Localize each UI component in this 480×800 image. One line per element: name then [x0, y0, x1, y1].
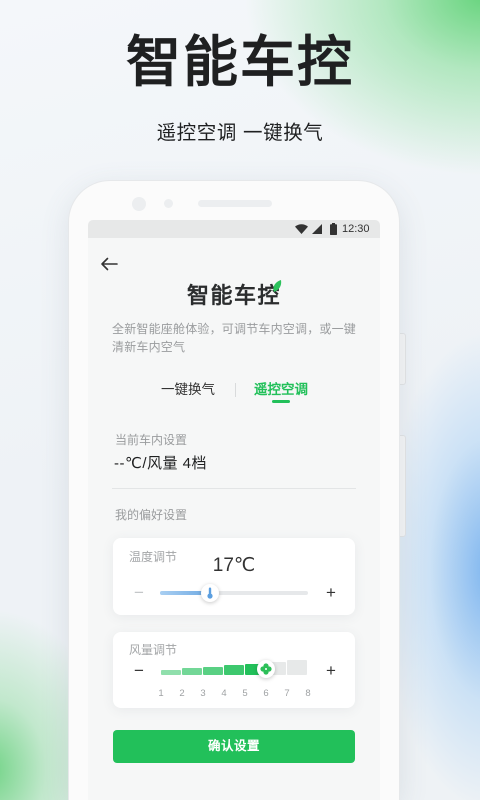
fan-level-tick: 6 — [263, 688, 269, 699]
fan-level-bar[interactable] — [161, 670, 181, 675]
confirm-settings-button[interactable]: 确认设置 — [113, 730, 355, 763]
tab-remote-ac[interactable]: 遥控空调 — [249, 380, 313, 400]
fan-increase-button[interactable]: + — [324, 662, 338, 680]
signal-icon — [312, 224, 322, 234]
thermometer-icon — [207, 587, 213, 599]
temperature-slider-thumb[interactable] — [201, 584, 220, 602]
fan-level-tick: 2 — [179, 688, 185, 699]
leaf-icon — [273, 280, 282, 292]
fan-level-tick: 4 — [221, 688, 227, 699]
fan-level-tick: 1 — [158, 688, 164, 699]
active-tab-indicator — [272, 400, 290, 403]
wifi-icon — [295, 224, 308, 234]
fan-level-bar[interactable] — [203, 666, 223, 675]
phone-screen: 12:30 智能车控 全新智能座舱体验，可调节车内空调，或一键清新车内空气 一键… — [88, 220, 380, 800]
fan-decrease-button[interactable]: − — [132, 662, 146, 680]
fan-level-tick: 3 — [200, 688, 206, 699]
fan-level-bar[interactable] — [224, 665, 244, 675]
temperature-value: 17℃ — [212, 555, 256, 576]
app-logo-text: 智能车控 — [186, 283, 281, 308]
fan-icon — [260, 663, 272, 675]
headline-title: 智能车控 — [125, 31, 354, 93]
current-settings-value: --℃/风量 4档 — [114, 455, 208, 472]
fan-level-tick: 7 — [284, 688, 290, 699]
phone-camera — [132, 197, 146, 211]
app-description: 全新智能座舱体验，可调节车内空调，或一键清新车内空气 — [112, 322, 357, 354]
phone-sensor — [164, 199, 173, 208]
temperature-card: 温度调节 17℃ − + — [113, 538, 355, 615]
fan-speed-card: 风量调节 − + 1 2 3 4 5 6 7 8 — [113, 632, 355, 708]
headline-subtitle: 遥控空调 一键换气 — [156, 122, 324, 144]
promo-page: 智能车控 遥控空调 一键换气 12:30 智能车控 全新智能座舱体验，可调节车内… — [0, 0, 480, 800]
current-settings-label: 当前车内设置 — [115, 433, 188, 447]
temperature-increase-button[interactable]: + — [324, 584, 338, 602]
fan-level-tick: 8 — [305, 688, 311, 699]
fan-slider-thumb[interactable] — [257, 660, 275, 678]
back-arrow-icon[interactable] — [100, 257, 118, 271]
battery-icon — [330, 223, 337, 235]
preferences-label: 我的偏好设置 — [115, 508, 188, 522]
fan-level-bar[interactable] — [287, 660, 307, 675]
status-time: 12:30 — [342, 223, 370, 235]
section-divider — [112, 488, 356, 489]
phone-speaker — [198, 200, 272, 207]
tab-divider — [235, 383, 236, 397]
phone-side-button-lower — [399, 435, 406, 537]
fan-speed-label: 风量调节 — [129, 643, 178, 657]
fan-level-bar[interactable] — [182, 668, 202, 675]
phone-side-button-upper — [399, 333, 406, 385]
temperature-decrease-button[interactable]: − — [132, 584, 146, 602]
fan-level-tick: 5 — [242, 688, 248, 699]
status-bar: 12:30 — [88, 220, 380, 238]
temperature-label: 温度调节 — [129, 550, 178, 564]
tab-one-key-ventilate[interactable]: 一键换气 — [156, 380, 220, 400]
